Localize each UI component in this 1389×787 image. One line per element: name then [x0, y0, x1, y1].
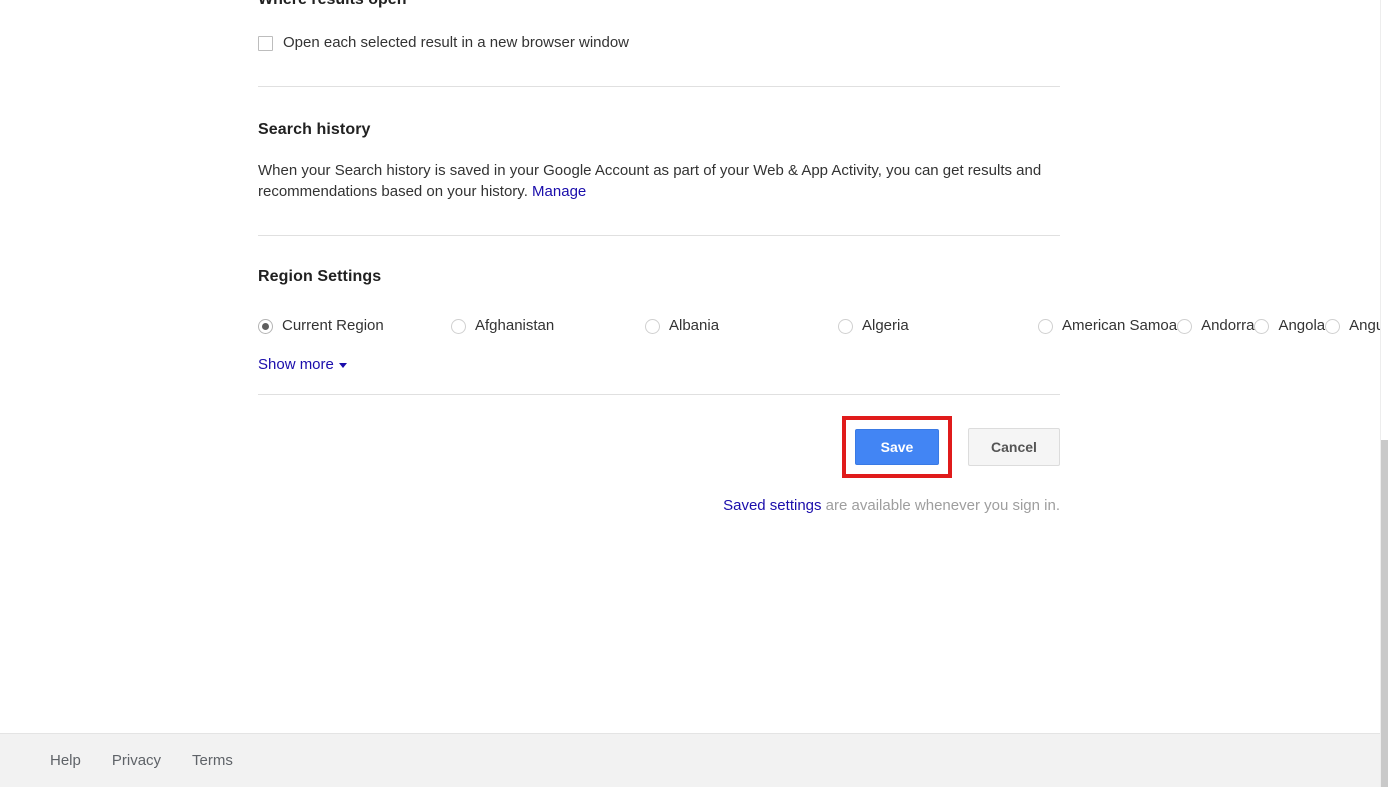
- footer-link-terms[interactable]: Terms: [192, 752, 233, 769]
- region-radio-item[interactable]: Afghanistan: [451, 314, 645, 338]
- search-history-description: When your Search history is saved in you…: [258, 162, 1042, 200]
- action-buttons-row: Save Cancel: [258, 416, 1060, 478]
- open-in-new-window-row[interactable]: Open each selected result in a new brows…: [258, 33, 1060, 53]
- region-radio-label[interactable]: Current Region: [282, 316, 384, 336]
- save-button-highlight: Save: [842, 416, 952, 478]
- region-radio-item[interactable]: Angola: [1254, 314, 1325, 338]
- vertical-scrollbar-track[interactable]: [1380, 0, 1389, 787]
- region-radio-label[interactable]: Angola: [1278, 316, 1325, 336]
- settings-content: Where results open Open each selected re…: [0, 0, 1380, 516]
- region-radio-label[interactable]: American Samoa: [1062, 316, 1177, 336]
- where-results-open-heading: Where results open: [258, 0, 406, 10]
- search-history-description-paragraph: When your Search history is saved in you…: [258, 160, 1048, 202]
- radio-icon-american-samoa[interactable]: [1038, 318, 1053, 334]
- region-radio-item[interactable]: American Samoa: [1038, 314, 1177, 338]
- region-radio-item[interactable]: Current Region: [258, 314, 451, 338]
- checkbox-icon-open-new-window[interactable]: [258, 35, 273, 51]
- radio-icon-angola[interactable]: [1254, 318, 1270, 334]
- region-radio-label[interactable]: Algeria: [862, 316, 909, 336]
- show-more-label: Show more: [258, 356, 334, 373]
- manage-history-link[interactable]: Manage: [532, 183, 586, 200]
- search-history-section: Search history When your Search history …: [258, 87, 1060, 202]
- region-settings-heading: Region Settings: [258, 268, 382, 285]
- saved-settings-link[interactable]: Saved settings: [723, 497, 821, 514]
- region-settings-section: Region Settings Current Region Afghanista…: [258, 236, 1380, 374]
- vertical-scrollbar-thumb[interactable]: [1381, 440, 1388, 787]
- region-radio-label[interactable]: Anguilla: [1349, 316, 1380, 336]
- region-radio-label[interactable]: Andorra: [1201, 316, 1254, 336]
- region-radio-label[interactable]: Afghanistan: [475, 316, 554, 336]
- cancel-button[interactable]: Cancel: [968, 428, 1060, 466]
- radio-icon-anguilla[interactable]: [1325, 318, 1341, 334]
- search-history-heading: Search history: [258, 121, 371, 138]
- settings-content-viewport: Where results open Open each selected re…: [0, 0, 1380, 733]
- page-footer: Help Privacy Terms: [0, 733, 1380, 787]
- footer-link-privacy[interactable]: Privacy: [112, 752, 161, 769]
- region-radio-item[interactable]: Albania: [645, 314, 838, 338]
- region-radio-item[interactable]: Andorra: [1177, 314, 1254, 338]
- settings-page: Where results open Open each selected re…: [0, 0, 1389, 787]
- show-more-regions-link[interactable]: Show more: [258, 356, 347, 373]
- region-radio-item[interactable]: Anguilla: [1325, 314, 1380, 338]
- radio-icon-albania[interactable]: [645, 318, 660, 334]
- radio-icon-algeria[interactable]: [838, 318, 853, 334]
- saved-settings-note-text: are available whenever you sign in.: [821, 497, 1060, 514]
- open-in-new-window-label[interactable]: Open each selected result in a new brows…: [283, 33, 629, 53]
- divider-before-actions: [258, 394, 1060, 395]
- chevron-down-icon: [338, 363, 347, 368]
- saved-settings-note: Saved settings are available whenever yo…: [258, 496, 1060, 516]
- region-radio-grid: Current Region Afghanistan Albania Algeria A…: [258, 314, 1380, 338]
- region-radio-label[interactable]: Albania: [669, 316, 719, 336]
- radio-icon-current-region[interactable]: [258, 318, 273, 334]
- radio-icon-andorra[interactable]: [1177, 318, 1193, 334]
- save-button[interactable]: Save: [855, 429, 939, 465]
- radio-icon-afghanistan[interactable]: [451, 318, 466, 334]
- footer-link-help[interactable]: Help: [50, 752, 81, 769]
- region-radio-item[interactable]: Algeria: [838, 314, 1038, 338]
